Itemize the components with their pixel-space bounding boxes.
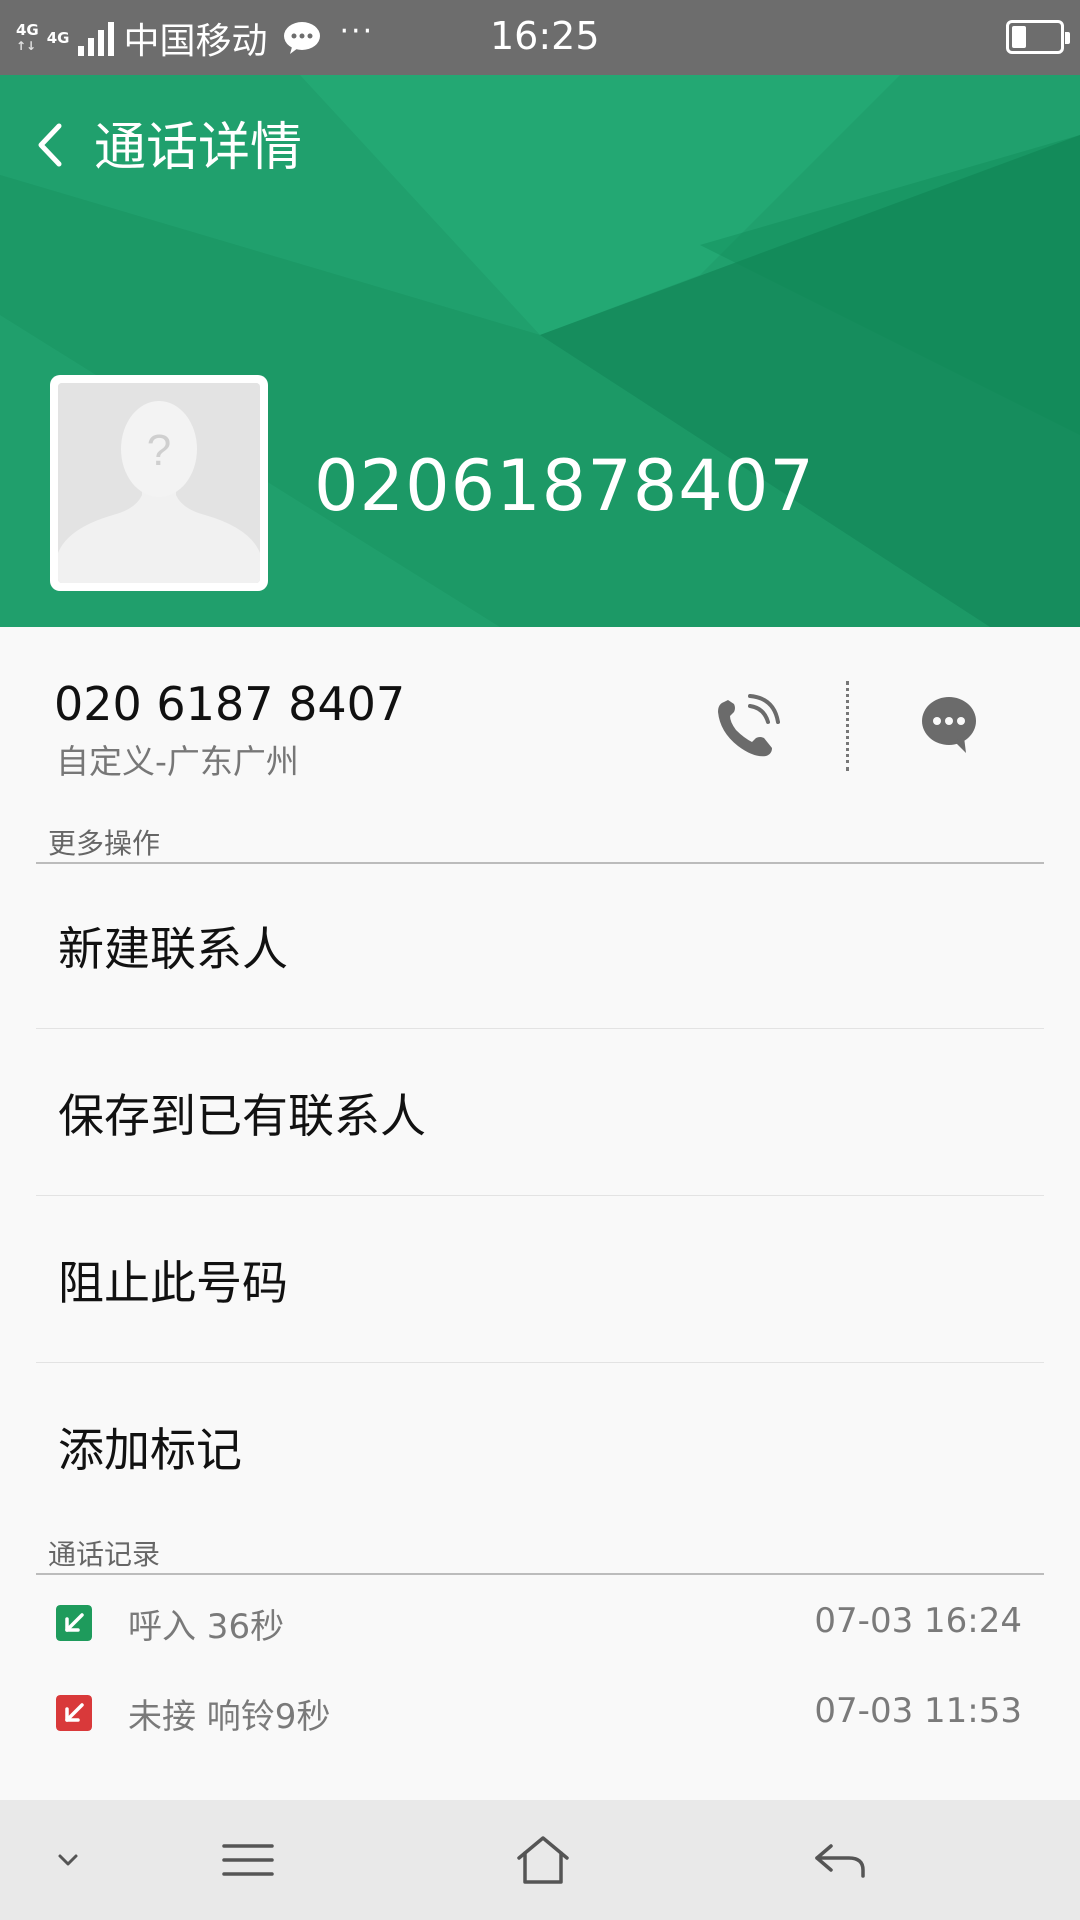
home-icon	[517, 1836, 569, 1884]
block-number-label: 阻止此号码	[58, 1255, 288, 1310]
home-button[interactable]	[512, 1830, 574, 1890]
number-row: 020 6187 8407 自定义-广东广州	[0, 627, 1080, 797]
new-contact-item[interactable]: 新建联系人	[36, 863, 1044, 1029]
call-detail-header: 通话详情 ? 02061878407	[0, 75, 1080, 627]
save-to-existing-contact-label: 保存到已有联系人	[58, 1088, 426, 1143]
save-to-existing-contact-item[interactable]: 保存到已有联系人	[36, 1030, 1044, 1196]
svg-text:?: ?	[147, 426, 171, 475]
signal-icon	[77, 20, 114, 56]
more-notifications-icon: ···	[339, 14, 375, 49]
chevron-left-icon	[38, 123, 62, 167]
page-title: 通话详情	[94, 118, 303, 178]
add-tag-item[interactable]: 添加标记	[36, 1364, 1044, 1530]
menu-button[interactable]	[218, 1830, 278, 1890]
data-arrows-icon: ↑↓	[16, 38, 37, 53]
menu-icon	[222, 1844, 274, 1876]
header-phone-number: 02061878407	[314, 445, 815, 527]
new-contact-label: 新建联系人	[58, 921, 288, 976]
missed-call-icon	[56, 1695, 92, 1731]
incoming-call-icon	[56, 1605, 92, 1641]
action-divider	[846, 681, 849, 771]
section-divider	[36, 1573, 1044, 1575]
call-log-entry: 未接 响铃9秒 07-03 11:53	[36, 1667, 1044, 1757]
add-tag-label: 添加标记	[58, 1423, 242, 1477]
battery-level	[1012, 26, 1026, 48]
network-indicator: 4G ↑↓	[16, 22, 39, 54]
carrier-name: 中国移动	[123, 20, 268, 62]
battery-icon	[1006, 20, 1070, 54]
wechat-notification-icon	[283, 21, 320, 54]
call-log-time: 07-03 11:53	[814, 1691, 1022, 1731]
call-log-type: 未接 响铃9秒	[128, 1697, 331, 1737]
hide-nav-button[interactable]	[44, 1830, 92, 1890]
more-actions-label: 更多操作	[48, 827, 161, 860]
back-nav-button[interactable]	[810, 1830, 870, 1890]
call-button[interactable]	[710, 692, 782, 764]
network-indicator-2: 4G	[47, 30, 70, 46]
contact-avatar: ?	[50, 375, 268, 591]
call-log-entry: 呼入 36秒 07-03 16:24	[36, 1577, 1044, 1667]
back-arrow-icon	[815, 1844, 865, 1878]
message-icon	[922, 697, 976, 753]
call-log-label: 通话记录	[48, 1538, 161, 1571]
phone-icon	[718, 694, 780, 757]
formatted-number: 020 6187 8407	[54, 677, 406, 731]
network-type: 4G	[16, 20, 39, 39]
unknown-person-icon: ?	[58, 383, 260, 583]
status-time: 16:25	[490, 14, 600, 58]
back-button[interactable]	[28, 115, 70, 175]
chevron-down-icon	[58, 1854, 78, 1866]
status-bar: 4G ↑↓ 4G 中国移动 ··· 16:25	[0, 0, 1080, 75]
network-type-2: 4G	[46, 28, 70, 47]
system-nav-bar	[0, 1800, 1080, 1920]
call-log-time: 07-03 16:24	[814, 1601, 1022, 1641]
call-log-type: 呼入 36秒	[128, 1607, 285, 1647]
block-number-item[interactable]: 阻止此号码	[36, 1197, 1044, 1363]
message-button[interactable]	[918, 693, 980, 755]
number-location: 自定义-广东广州	[56, 742, 299, 781]
